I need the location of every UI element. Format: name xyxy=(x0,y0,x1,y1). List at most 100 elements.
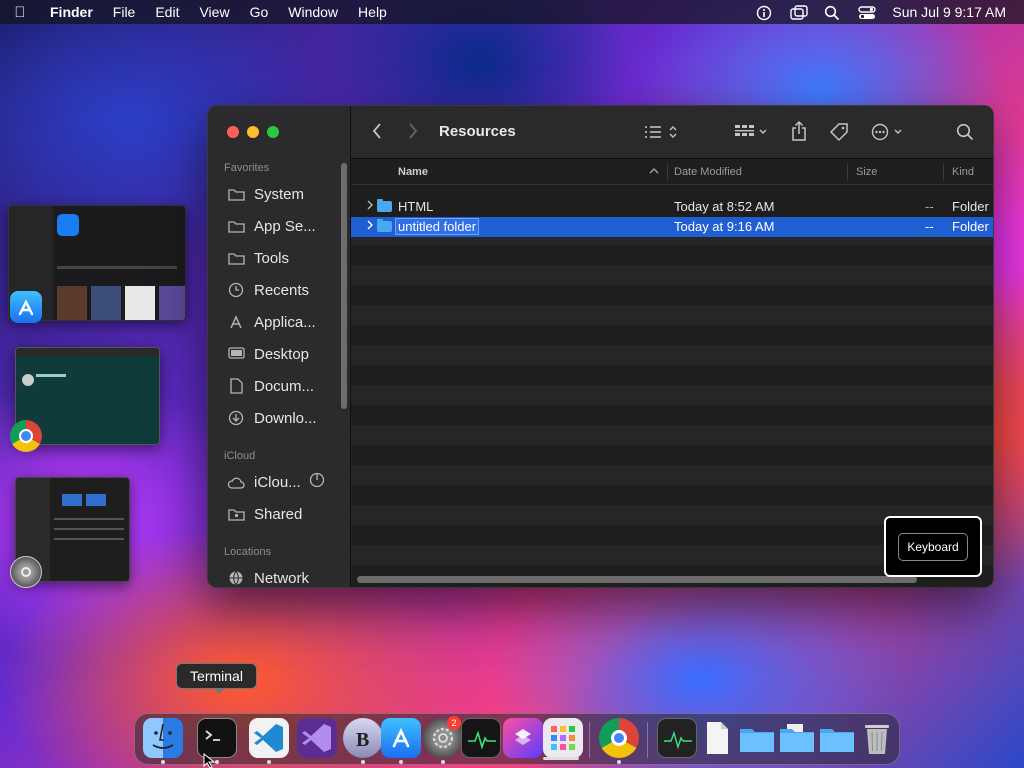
menu-clock[interactable]: Sun Jul 9 9:17 AM xyxy=(892,4,1006,20)
column-name[interactable]: Name xyxy=(398,166,428,178)
spotlight-search-icon[interactable] xyxy=(824,5,840,21)
menu-edit[interactable]: Edit xyxy=(145,4,189,20)
share-icon[interactable] xyxy=(791,120,807,146)
folder-icon xyxy=(377,199,392,212)
running-indicator xyxy=(267,760,271,764)
menu-go[interactable]: Go xyxy=(240,4,279,20)
chrome-icon[interactable] xyxy=(599,718,639,758)
info-status-icon[interactable] xyxy=(756,5,772,21)
sidebar-item-system[interactable]: System xyxy=(226,181,304,207)
activity-monitor-doc-icon[interactable] xyxy=(657,718,697,758)
finder-icon[interactable] xyxy=(143,718,183,758)
launchpad-icon[interactable] xyxy=(543,718,583,758)
app-store-icon[interactable] xyxy=(381,718,421,758)
visual-studio-icon[interactable] xyxy=(297,718,337,758)
row-stripe xyxy=(351,465,993,485)
sidebar-section-locations: Locations xyxy=(224,546,272,558)
minimize-button[interactable] xyxy=(247,126,259,138)
sort-ascending-icon[interactable] xyxy=(649,166,659,179)
notification-badge: 2 xyxy=(447,716,461,730)
column-divider[interactable] xyxy=(667,163,668,181)
sidebar-item-label: Tools xyxy=(254,249,290,267)
apple-menu-icon[interactable]:  xyxy=(0,4,40,21)
menu-view[interactable]: View xyxy=(189,4,239,20)
sidebar-section-favorites: Favorites xyxy=(224,162,270,174)
sidebar-section-icloud: iCloud xyxy=(224,450,256,462)
sidebar-item-app-se[interactable]: App Se... xyxy=(226,213,316,239)
disclosure-chevron-icon[interactable] xyxy=(366,200,374,213)
back-icon[interactable] xyxy=(371,122,383,145)
window-controls xyxy=(227,126,279,138)
disclosure-chevron-icon[interactable] xyxy=(366,220,374,233)
file-row-html[interactable]: HTML Today at 8:52 AM -- Folder xyxy=(351,197,993,217)
shortcuts-icon[interactable] xyxy=(503,718,543,758)
zoom-button[interactable] xyxy=(267,126,279,138)
sidebar-item-desktop[interactable]: Desktop xyxy=(226,341,309,367)
menu-window[interactable]: Window xyxy=(278,4,348,20)
folder-icon[interactable] xyxy=(817,718,857,758)
document-icon[interactable] xyxy=(697,718,737,758)
column-date-modified[interactable]: Date Modified xyxy=(674,166,742,178)
sidebar-item-icloud-drive[interactable]: iClou... xyxy=(226,469,325,495)
row-stripe xyxy=(351,345,993,365)
activity-monitor-icon[interactable] xyxy=(461,718,501,758)
sidebar-scrollbar[interactable] xyxy=(341,163,347,409)
row-stripe xyxy=(351,305,993,325)
menu-help[interactable]: Help xyxy=(348,4,397,20)
terminal-icon[interactable] xyxy=(197,718,237,758)
horizontal-scrollbar[interactable] xyxy=(357,576,917,583)
more-actions-icon[interactable] xyxy=(871,123,907,146)
control-center-icon[interactable] xyxy=(858,5,877,19)
close-button[interactable] xyxy=(227,126,239,138)
group-by-icon[interactable] xyxy=(734,124,770,145)
file-browser: Resources Name Date Modified Size Kind H… xyxy=(351,106,993,587)
sidebar-item-label: System xyxy=(254,185,305,203)
running-indicator xyxy=(617,760,621,764)
search-icon[interactable] xyxy=(956,123,974,146)
sync-progress-icon xyxy=(309,472,325,492)
screen-mirroring-icon[interactable] xyxy=(790,5,809,20)
sidebar-item-network[interactable]: Network xyxy=(226,565,309,587)
sidebar-item-downloads[interactable]: Downlo... xyxy=(226,405,317,431)
sidebar-item-tools[interactable]: Tools xyxy=(226,245,289,271)
chrome-icon[interactable] xyxy=(10,420,42,452)
bbedit-icon[interactable]: B xyxy=(343,718,383,758)
menu-app-name[interactable]: Finder xyxy=(40,4,103,20)
column-divider[interactable] xyxy=(943,163,944,181)
file-size: -- xyxy=(925,219,934,234)
forward-icon[interactable] xyxy=(407,122,419,145)
column-kind[interactable]: Kind xyxy=(952,166,974,178)
folder-icon xyxy=(226,250,246,266)
running-indicator xyxy=(361,760,365,764)
folder-icon[interactable] xyxy=(737,718,777,758)
sidebar-item-label: iClou... xyxy=(254,473,301,491)
running-indicator xyxy=(441,760,445,764)
trash-icon[interactable] xyxy=(857,718,897,758)
sidebar-item-recents[interactable]: Recents xyxy=(226,277,309,303)
sidebar-item-label: Applica... xyxy=(254,313,316,331)
menu-file[interactable]: File xyxy=(103,4,146,20)
vscode-icon[interactable] xyxy=(249,718,289,758)
column-size[interactable]: Size xyxy=(856,166,877,178)
file-size: -- xyxy=(925,199,934,214)
row-stripe xyxy=(351,385,993,405)
column-divider[interactable] xyxy=(847,163,848,181)
sidebar-item-documents[interactable]: Docum... xyxy=(226,373,314,399)
sidebar-item-applications[interactable]: Applica... xyxy=(226,309,316,335)
shared-folder-icon xyxy=(226,506,246,522)
row-stripe xyxy=(351,425,993,445)
tag-icon[interactable] xyxy=(829,122,849,147)
folder-icon[interactable] xyxy=(777,718,817,758)
file-name-edit-field[interactable]: untitled folder xyxy=(394,218,480,235)
app-store-icon[interactable] xyxy=(10,291,42,323)
keyboard-key-label: Keyboard xyxy=(898,533,968,561)
sidebar-item-shared[interactable]: Shared xyxy=(226,501,302,527)
system-settings-icon[interactable] xyxy=(10,556,42,588)
file-row-untitled-folder[interactable]: untitled folder Today at 9:16 AM -- Fold… xyxy=(351,217,993,237)
file-date: Today at 9:16 AM xyxy=(674,219,775,234)
column-header: Name Date Modified Size Kind xyxy=(351,159,993,185)
dock: B 2 xyxy=(134,713,900,765)
list-view-icon[interactable] xyxy=(644,124,680,145)
cloud-icon xyxy=(226,474,246,490)
running-indicator xyxy=(399,760,403,764)
